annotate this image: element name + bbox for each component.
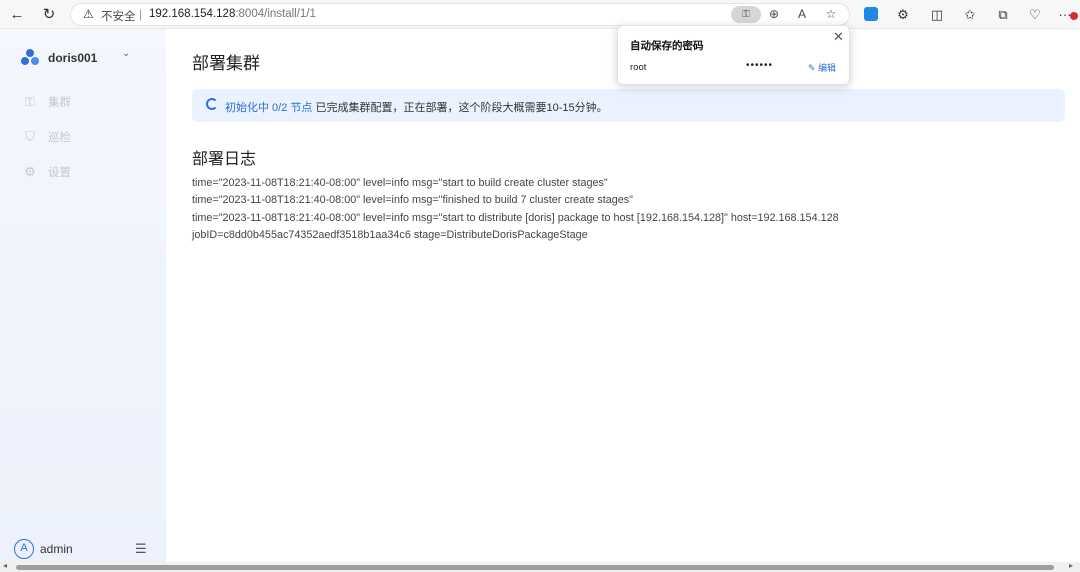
alert-message: 已完成集群配置，正在部署，这个阶段大概需要10-15分钟。: [315, 102, 608, 114]
log-line: time="2023-11-08T18:21:40-08:00" level=i…: [192, 211, 839, 224]
alert-text: 初始化中 0/2 节点 已完成集群配置，正在部署，这个阶段大概需要10-15分钟…: [225, 99, 608, 115]
sidebar: doris001 ⌄ ⚿ 集群 ⛉ 巡检 ⚙ 设置 A admin ☰: [0, 29, 166, 562]
favorite-star-icon[interactable]: ☆: [822, 7, 840, 21]
notification-dot: [1070, 12, 1078, 20]
sidebar-item-label: 设置: [48, 167, 71, 179]
insecure-label[interactable]: 不安全: [101, 8, 136, 24]
sidebar-item-settings[interactable]: ⚙ 设置: [22, 164, 71, 180]
url-text[interactable]: 192.168.154.128:8004/install/1/1: [149, 8, 316, 20]
reload-icon[interactable]: ↻: [39, 5, 59, 25]
gear-icon: ⚙: [24, 164, 36, 179]
horizontal-scrollbar[interactable]: ◂ ▸: [0, 561, 1080, 572]
browser-toolbar: ← ↻ ⚠ 不安全 | 192.168.154.128:8004/install…: [0, 0, 1080, 29]
log-line: time="2023-11-08T18:21:40-08:00" level=i…: [192, 194, 633, 207]
sidebar-item-label: 集群: [48, 97, 71, 109]
sidebar-item-inspection[interactable]: ⛉ 巡检: [22, 129, 71, 145]
sidebar-item-cluster[interactable]: ⚿ 集群: [22, 94, 71, 110]
zoom-in-icon[interactable]: ⊕: [765, 7, 783, 21]
close-icon[interactable]: ✕: [833, 29, 844, 45]
user-name: admin: [40, 542, 73, 556]
health-icon[interactable]: ♡: [1026, 6, 1044, 24]
loading-spinner-icon: [206, 98, 218, 110]
shield-icon: ⛉: [25, 129, 35, 144]
page-title: 部署集群: [192, 54, 260, 73]
doris-logo-icon: [20, 48, 40, 68]
chevron-down-icon[interactable]: ⌄: [122, 48, 130, 59]
puzzle-icon[interactable]: ⚙: [894, 6, 912, 24]
address-separator: |: [139, 7, 143, 21]
cluster-name: doris001: [48, 51, 98, 65]
warning-icon[interactable]: ⚠: [83, 7, 94, 21]
saved-username: root: [630, 62, 647, 73]
deploy-log: time="2023-11-08T18:21:40-08:00" level=i…: [192, 175, 1062, 245]
cluster-icon: ⚿: [25, 94, 35, 109]
sidebar-item-label: 巡检: [48, 132, 71, 144]
log-title: 部署日志: [192, 151, 257, 168]
avatar: A: [14, 539, 34, 559]
scroll-right-icon[interactable]: ▸: [1069, 561, 1073, 570]
collections-icon[interactable]: ⧉: [994, 6, 1012, 24]
extension-icon[interactable]: [864, 7, 878, 21]
log-line: time="2023-11-08T18:21:40-08:00" level=i…: [192, 177, 608, 189]
popup-title: 自动保存的密码: [630, 40, 704, 52]
edit-password-button[interactable]: ✎ 编辑: [808, 61, 836, 74]
read-aloud-icon[interactable]: A: [793, 7, 811, 21]
user-menu[interactable]: A admin: [14, 539, 73, 559]
cluster-selector[interactable]: doris001: [20, 48, 97, 68]
saved-password: ••••••: [746, 60, 774, 71]
scroll-left-icon[interactable]: ◂: [3, 561, 7, 570]
address-bar[interactable]: ⚠ 不安全 | 192.168.154.128:8004/install/1/1…: [70, 3, 850, 26]
saved-password-popup: 自动保存的密码 ✕ root •••••• ✎ 编辑: [617, 25, 850, 85]
log-line: jobID=c8dd0b455ac74352aedf3518b1aa34c6 s…: [192, 229, 588, 242]
favorites-icon[interactable]: ✩: [961, 6, 979, 24]
scroll-thumb[interactable]: [16, 565, 1054, 570]
key-icon[interactable]: ⚿: [731, 6, 761, 23]
main-content: 部署集群 初始化中 0/2 节点 已完成集群配置，正在部署，这个阶段大概需要10…: [166, 29, 1080, 562]
split-screen-icon[interactable]: ◫: [928, 6, 946, 24]
deploy-status-alert: 初始化中 0/2 节点 已完成集群配置，正在部署，这个阶段大概需要10-15分钟…: [192, 89, 1065, 122]
collapse-menu-icon[interactable]: ☰: [135, 541, 147, 557]
init-status: 初始化中 0/2 节点: [225, 102, 313, 114]
back-icon[interactable]: ←: [7, 5, 27, 25]
